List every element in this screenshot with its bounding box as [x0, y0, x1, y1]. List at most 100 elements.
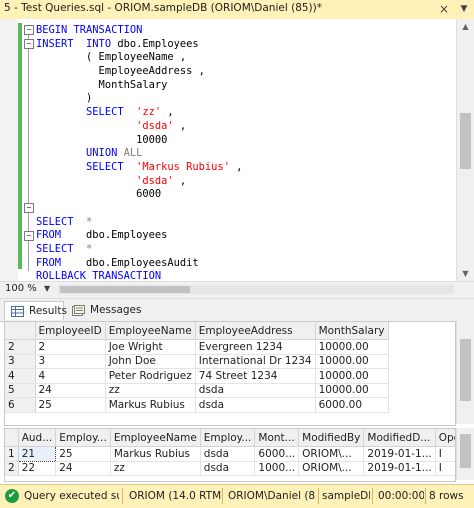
table-cell[interactable]: 10000.00 [315, 354, 389, 369]
table-cell[interactable]: I [435, 461, 455, 476]
row-number[interactable]: 2 [5, 339, 36, 355]
table-row[interactable]: 3 3 John Doe International Dr 1234 10000.00 [5, 354, 389, 369]
code-line: INSERT INTO dbo.Employees [36, 38, 242, 52]
document-tab[interactable]: 5 - Test Queries.sql - ORIOM.sampleDB (O… [0, 0, 474, 20]
column-header[interactable]: ModifiedBy [298, 429, 365, 447]
row-header-corner[interactable] [5, 322, 36, 340]
column-header[interactable]: Employ... [55, 429, 111, 447]
separator [222, 488, 223, 504]
column-header[interactable]: EmployeeID [35, 322, 106, 340]
table-cell[interactable]: 74 Street 1234 [195, 368, 316, 384]
collapse-icon[interactable]: − [24, 25, 34, 35]
sql-keyword: FROM [36, 256, 62, 269]
table-cell[interactable]: 21 [17, 446, 57, 462]
scrollbar-thumb[interactable] [460, 113, 471, 169]
sql-text: dbo.EmployeesAudit [61, 256, 199, 269]
table-cell[interactable]: Markus Rubius [110, 446, 201, 462]
column-header[interactable]: Opera... [435, 429, 455, 447]
row-number[interactable]: 4 [5, 368, 36, 384]
table-row[interactable]: 1 21 25 Markus Rubius dsda 6000... ORIOM\... 20… [5, 446, 455, 462]
collapse-icon[interactable]: − [24, 231, 34, 241]
table-cell[interactable]: I [435, 446, 455, 462]
column-header[interactable]: MonthSalary [315, 322, 389, 340]
column-header[interactable]: Mont... [254, 429, 300, 447]
table-cell[interactable]: ORIOM\... [298, 446, 365, 462]
sql-string: 'Markus Rubius' [136, 160, 230, 173]
separator [425, 488, 426, 504]
table-cell[interactable]: 10000.00 [315, 339, 389, 355]
collapse-icon[interactable]: − [24, 39, 34, 49]
query-editor[interactable]: − − − − BEGIN TRANSACTION INSERT INTO dbo… [0, 19, 474, 281]
sql-keyword: SELECT [36, 215, 74, 228]
table-row[interactable]: 5 24 zz dsda 10000.00 [5, 383, 389, 398]
table-cell[interactable]: 24 [35, 383, 106, 398]
grid-2-vertical-scrollbar[interactable] [456, 428, 474, 480]
table-cell[interactable]: zz [110, 461, 201, 476]
chevron-down-icon[interactable]: ▼ [44, 284, 50, 293]
table-cell[interactable]: 2019-01-1... [363, 446, 436, 462]
column-header[interactable]: ModifiedD... [363, 429, 436, 447]
zoom-level[interactable]: 100 % [5, 283, 37, 294]
table-cell[interactable]: dsda [200, 461, 256, 476]
table-cell[interactable]: 10000.00 [315, 368, 389, 384]
table-row[interactable]: 6 25 Markus Rubius dsda 6000.00 [5, 397, 389, 413]
row-number[interactable]: 6 [5, 397, 36, 413]
table-cell[interactable]: 6000.00 [315, 397, 389, 413]
table-cell[interactable]: zz [105, 383, 196, 398]
column-header[interactable]: EmployeeAddress [195, 322, 316, 340]
table-cell[interactable]: dsda [195, 397, 316, 413]
editor-vertical-scrollbar[interactable]: ▲ ▼ [456, 19, 474, 281]
tab-messages[interactable]: Messages [66, 301, 142, 320]
table-cell[interactable]: Joe Wright [105, 339, 196, 355]
table-cell[interactable]: John Doe [105, 354, 196, 369]
code-line: FROM dbo.EmployeesAudit [36, 257, 242, 271]
table-cell[interactable]: Markus Rubius [105, 397, 196, 413]
table-cell[interactable]: Evergreen 1234 [195, 339, 316, 355]
table-cell[interactable]: dsda [200, 446, 256, 462]
table-cell[interactable]: 2 [35, 339, 106, 355]
table-cell[interactable]: ORIOM\... [298, 461, 365, 476]
tab-dropdown-icon[interactable]: ▼ [458, 1, 470, 17]
table-row[interactable]: 2 22 24 zz dsda 1000... ORIOM\... 2019-01-1... I [5, 461, 455, 476]
table-cell[interactable]: 22 [18, 461, 57, 476]
table-cell[interactable]: 2019-01-1... [363, 461, 436, 476]
column-header[interactable]: Aud... [18, 429, 57, 447]
scrollbar-thumb[interactable] [60, 286, 190, 293]
table-row[interactable]: 2 2 Joe Wright Evergreen 1234 10000.00 [5, 339, 389, 355]
table-cell[interactable]: 6000... [254, 446, 300, 462]
table-cell[interactable]: 24 [55, 461, 111, 476]
separator [122, 488, 123, 504]
row-number[interactable]: 5 [5, 383, 36, 398]
table-cell[interactable]: 3 [35, 354, 106, 369]
close-icon[interactable]: × [437, 1, 451, 17]
table-cell[interactable]: 25 [35, 397, 106, 413]
table-cell[interactable]: 1000... [254, 461, 300, 476]
table-cell[interactable]: 4 [35, 368, 106, 384]
table-row[interactable]: 4 4 Peter Rodriguez 74 Street 1234 10000.00 [5, 368, 389, 384]
table-cell[interactable]: 10000.00 [315, 383, 389, 398]
table-cell[interactable]: International Dr 1234 [195, 354, 316, 369]
row-header-corner[interactable] [5, 429, 19, 447]
table-cell[interactable]: Peter Rodriguez [105, 368, 196, 384]
table-cell[interactable]: dsda [195, 383, 316, 398]
column-header[interactable]: Employ... [200, 429, 256, 447]
scrollbar-thumb[interactable] [460, 434, 471, 468]
column-header[interactable]: EmployeeName [105, 322, 196, 340]
scrollbar-thumb[interactable] [460, 339, 471, 401]
collapse-icon[interactable]: − [24, 203, 34, 213]
sql-code[interactable]: BEGIN TRANSACTION INSERT INTO dbo.Employe… [36, 24, 242, 281]
scroll-down-icon[interactable]: ▼ [457, 266, 474, 281]
zoom-bar: 100 % ▼ [0, 281, 474, 299]
column-header[interactable]: EmployeeName [110, 429, 201, 447]
row-number[interactable]: 2 [5, 461, 19, 476]
scroll-up-icon[interactable]: ▲ [457, 19, 474, 34]
status-elapsed-time: 00:00:00 [378, 490, 424, 502]
table-cell[interactable]: 25 [55, 446, 111, 462]
grid-1-vertical-scrollbar[interactable] [456, 321, 474, 424]
row-number[interactable]: 3 [5, 354, 36, 369]
editor-horizontal-scrollbar[interactable] [58, 285, 454, 294]
sql-text: 10000 [36, 133, 168, 146]
row-number[interactable]: 1 [5, 446, 19, 462]
tab-results[interactable]: Results [4, 301, 67, 320]
